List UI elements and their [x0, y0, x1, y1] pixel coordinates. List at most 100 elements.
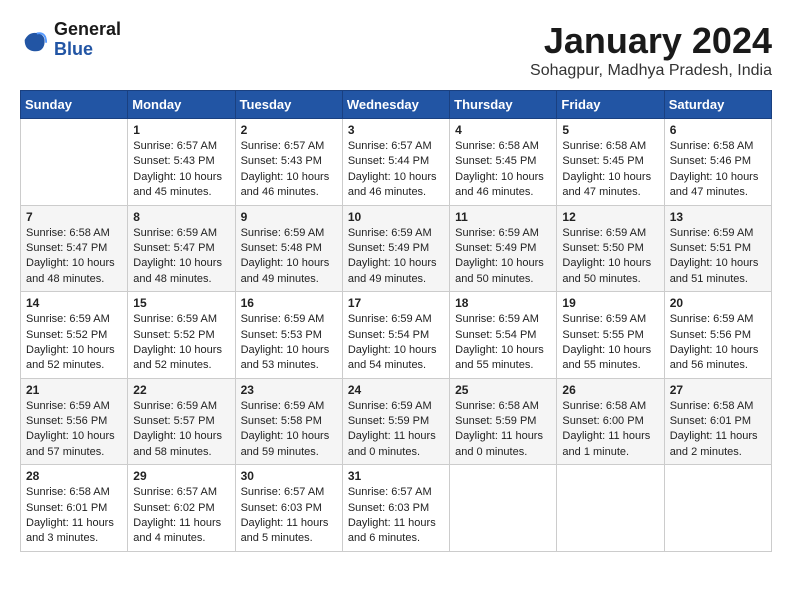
day-number: 26: [562, 383, 658, 397]
day-number: 20: [670, 296, 766, 310]
calendar-cell: 20Sunrise: 6:59 AM Sunset: 5:56 PM Dayli…: [664, 292, 771, 379]
day-number: 11: [455, 210, 551, 224]
header-row: SundayMondayTuesdayWednesdayThursdayFrid…: [21, 91, 772, 119]
cell-content: Sunrise: 6:59 AM Sunset: 5:55 PM Dayligh…: [562, 312, 658, 374]
day-number: 22: [133, 383, 229, 397]
calendar-cell: 31 Sunrise: 6:57 AM Sunset: 6:03 PM Dayli…: [342, 465, 449, 552]
calendar-cell: [450, 465, 557, 552]
week-row-1: 1 Sunrise: 6:57 AM Sunset: 5:43 PM Daylig…: [21, 119, 772, 206]
week-row-2: 7 Sunrise: 6:58 AM Sunset: 5:47 PM Daylig…: [21, 205, 772, 292]
day-number: 16: [241, 296, 337, 310]
calendar-cell: 9Sunrise: 6:59 AM Sunset: 5:48 PM Daylig…: [235, 205, 342, 292]
title-block: January 2024 Sohagpur, Madhya Pradesh, I…: [530, 20, 772, 80]
calendar-cell: 24 Sunrise: 6:59 AM Sunset: 5:59 PM Dayli…: [342, 378, 449, 465]
calendar-table: SundayMondayTuesdayWednesdayThursdayFrid…: [20, 90, 772, 552]
header-cell-monday: Monday: [128, 91, 235, 119]
cell-content: Sunrise: 6:59 AM Sunset: 5:50 PM Dayligh…: [562, 226, 658, 288]
cell-content: Sunrise: 6:59 AM Sunset: 5:54 PM Dayligh…: [455, 312, 551, 374]
cell-content: Sunrise: 6:58 AM Sunset: 6:01 PM Dayligh…: [26, 485, 122, 547]
day-number: 24: [348, 383, 444, 397]
cell-content: Sunrise: 6:59 AM Sunset: 5:56 PM Dayligh…: [26, 399, 122, 461]
day-number: 17: [348, 296, 444, 310]
day-number: 25: [455, 383, 551, 397]
header-cell-friday: Friday: [557, 91, 664, 119]
day-number: 27: [670, 383, 766, 397]
calendar-cell: 23 Sunrise: 6:59 AM Sunset: 5:58 PM Dayli…: [235, 378, 342, 465]
cell-content: Sunrise: 6:57 AM Sunset: 5:44 PM Dayligh…: [348, 139, 444, 201]
day-number: 21: [26, 383, 122, 397]
day-number: 13: [670, 210, 766, 224]
logo-icon: [20, 26, 48, 54]
calendar-cell: 29 Sunrise: 6:57 AM Sunset: 6:02 PM Dayli…: [128, 465, 235, 552]
calendar-cell: 3Sunrise: 6:57 AM Sunset: 5:44 PM Daylig…: [342, 119, 449, 206]
cell-content: Sunrise: 6:57 AM Sunset: 5:43 PM Dayligh…: [133, 139, 229, 201]
day-number: 1: [133, 123, 229, 137]
cell-content: Sunrise: 6:59 AM Sunset: 5:53 PM Dayligh…: [241, 312, 337, 374]
calendar-cell: 17 Sunrise: 6:59 AM Sunset: 5:54 PM Dayli…: [342, 292, 449, 379]
calendar-cell: 30Sunrise: 6:57 AM Sunset: 6:03 PM Dayli…: [235, 465, 342, 552]
cell-content: Sunrise: 6:58 AM Sunset: 5:45 PM Dayligh…: [562, 139, 658, 201]
calendar-cell: 16 Sunrise: 6:59 AM Sunset: 5:53 PM Dayli…: [235, 292, 342, 379]
calendar-cell: 12 Sunrise: 6:59 AM Sunset: 5:50 PM Dayli…: [557, 205, 664, 292]
calendar-cell: 19 Sunrise: 6:59 AM Sunset: 5:55 PM Dayli…: [557, 292, 664, 379]
day-number: 28: [26, 469, 122, 483]
calendar-cell: 10 Sunrise: 6:59 AM Sunset: 5:49 PM Dayli…: [342, 205, 449, 292]
calendar-subtitle: Sohagpur, Madhya Pradesh, India: [530, 62, 772, 80]
day-number: 12: [562, 210, 658, 224]
logo-text: General Blue: [54, 20, 121, 60]
day-number: 7: [26, 210, 122, 224]
header-cell-wednesday: Wednesday: [342, 91, 449, 119]
day-number: 5: [562, 123, 658, 137]
calendar-cell: 2 Sunrise: 6:57 AM Sunset: 5:43 PM Daylig…: [235, 119, 342, 206]
cell-content: Sunrise: 6:59 AM Sunset: 5:57 PM Dayligh…: [133, 399, 229, 461]
day-number: 6: [670, 123, 766, 137]
cell-content: Sunrise: 6:59 AM Sunset: 5:51 PM Dayligh…: [670, 226, 766, 288]
calendar-cell: [664, 465, 771, 552]
calendar-cell: 6 Sunrise: 6:58 AM Sunset: 5:46 PM Daylig…: [664, 119, 771, 206]
calendar-title: January 2024: [530, 20, 772, 62]
calendar-cell: 26 Sunrise: 6:58 AM Sunset: 6:00 PM Dayli…: [557, 378, 664, 465]
cell-content: Sunrise: 6:59 AM Sunset: 5:47 PM Dayligh…: [133, 226, 229, 288]
day-number: 10: [348, 210, 444, 224]
week-row-4: 21 Sunrise: 6:59 AM Sunset: 5:56 PM Dayli…: [21, 378, 772, 465]
calendar-cell: [21, 119, 128, 206]
day-number: 9: [241, 210, 337, 224]
day-number: 23: [241, 383, 337, 397]
cell-content: Sunrise: 6:58 AM Sunset: 5:46 PM Dayligh…: [670, 139, 766, 201]
day-number: 14: [26, 296, 122, 310]
cell-content: Sunrise: 6:57 AM Sunset: 6:02 PM Dayligh…: [133, 485, 229, 547]
day-number: 29: [133, 469, 229, 483]
calendar-cell: 5 Sunrise: 6:58 AM Sunset: 5:45 PM Daylig…: [557, 119, 664, 206]
cell-content: Sunrise: 6:59 AM Sunset: 5:49 PM Dayligh…: [348, 226, 444, 288]
cell-content: Sunrise: 6:57 AM Sunset: 6:03 PM Dayligh…: [241, 485, 337, 547]
cell-content: Sunrise: 6:59 AM Sunset: 5:49 PM Dayligh…: [455, 226, 551, 288]
cell-content: Sunrise: 6:59 AM Sunset: 5:59 PM Dayligh…: [348, 399, 444, 461]
calendar-cell: 22 Sunrise: 6:59 AM Sunset: 5:57 PM Dayli…: [128, 378, 235, 465]
header-cell-thursday: Thursday: [450, 91, 557, 119]
cell-content: Sunrise: 6:59 AM Sunset: 5:58 PM Dayligh…: [241, 399, 337, 461]
cell-content: Sunrise: 6:59 AM Sunset: 5:54 PM Dayligh…: [348, 312, 444, 374]
calendar-cell: 25Sunrise: 6:58 AM Sunset: 5:59 PM Dayli…: [450, 378, 557, 465]
header-cell-saturday: Saturday: [664, 91, 771, 119]
logo: General Blue: [20, 20, 121, 60]
cell-content: Sunrise: 6:58 AM Sunset: 6:00 PM Dayligh…: [562, 399, 658, 461]
calendar-cell: 4Sunrise: 6:58 AM Sunset: 5:45 PM Daylig…: [450, 119, 557, 206]
calendar-cell: 14Sunrise: 6:59 AM Sunset: 5:52 PM Dayli…: [21, 292, 128, 379]
header-cell-sunday: Sunday: [21, 91, 128, 119]
page-header: General Blue January 2024 Sohagpur, Madh…: [20, 20, 772, 80]
day-number: 2: [241, 123, 337, 137]
day-number: 31: [348, 469, 444, 483]
day-number: 15: [133, 296, 229, 310]
calendar-header: SundayMondayTuesdayWednesdayThursdayFrid…: [21, 91, 772, 119]
cell-content: Sunrise: 6:57 AM Sunset: 5:43 PM Dayligh…: [241, 139, 337, 201]
day-number: 19: [562, 296, 658, 310]
calendar-cell: 27Sunrise: 6:58 AM Sunset: 6:01 PM Dayli…: [664, 378, 771, 465]
day-number: 8: [133, 210, 229, 224]
day-number: 18: [455, 296, 551, 310]
cell-content: Sunrise: 6:57 AM Sunset: 6:03 PM Dayligh…: [348, 485, 444, 547]
calendar-cell: 15 Sunrise: 6:59 AM Sunset: 5:52 PM Dayli…: [128, 292, 235, 379]
calendar-cell: 11 Sunrise: 6:59 AM Sunset: 5:49 PM Dayli…: [450, 205, 557, 292]
cell-content: Sunrise: 6:58 AM Sunset: 5:47 PM Dayligh…: [26, 226, 122, 288]
calendar-cell: 21 Sunrise: 6:59 AM Sunset: 5:56 PM Dayli…: [21, 378, 128, 465]
cell-content: Sunrise: 6:59 AM Sunset: 5:52 PM Dayligh…: [133, 312, 229, 374]
